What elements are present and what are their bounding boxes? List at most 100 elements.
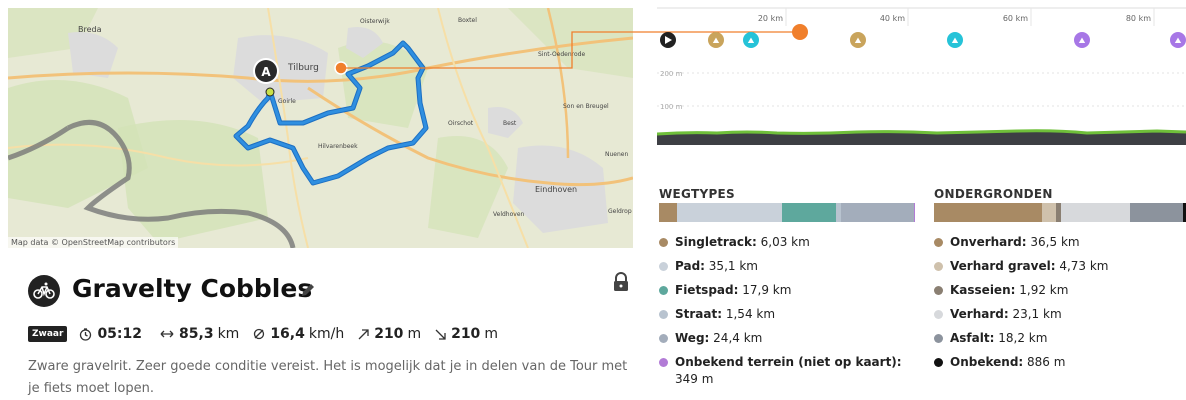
legend-value: 1,92 km xyxy=(1019,283,1069,297)
ondergronden-title: ONDERGRONDEN xyxy=(934,187,1053,201)
distance-unit: km xyxy=(217,326,240,342)
legend-dot xyxy=(659,286,668,295)
distance-icon xyxy=(160,330,174,338)
km-tick-label: 80 km xyxy=(1126,14,1151,23)
legend-dot xyxy=(659,238,668,247)
wegtypes-legend-item[interactable]: Straat: 1,54 km xyxy=(659,306,919,330)
legend-value: 23,1 km xyxy=(1012,307,1062,321)
ondergronden-legend-item[interactable]: Asfalt: 18,2 km xyxy=(934,330,1184,354)
legend-value: 35,1 km xyxy=(708,259,758,273)
km-tick-label: 20 km xyxy=(758,14,783,23)
legend-name: Verhard gravel: xyxy=(950,259,1056,273)
legend-label: Verhard gravel: 4,73 km xyxy=(950,258,1109,275)
legend-dot xyxy=(659,262,668,271)
wegtypes-legend-item[interactable]: Fietspad: 17,9 km xyxy=(659,282,919,306)
ondergronden-legend: Onverhard: 36,5 km Verhard gravel: 4,73 k… xyxy=(934,234,1184,378)
waypoint-gravel[interactable]: ⛰ xyxy=(850,32,866,48)
map-label-veldhoven: Veldhoven xyxy=(493,211,525,218)
wegtypes-bar-segment[interactable] xyxy=(840,203,914,222)
km-tick-label: 40 km xyxy=(880,14,905,23)
legend-label: Onbekend: 886 m xyxy=(950,354,1065,371)
ondergronden-bar-segment[interactable] xyxy=(934,203,1042,222)
wegtypes-bar-segment[interactable] xyxy=(913,203,916,222)
duration-value: 05:12 xyxy=(97,326,143,342)
ondergronden-bar-segment[interactable] xyxy=(1061,203,1130,222)
legend-dot xyxy=(659,310,668,319)
ondergronden-bar-segment[interactable] xyxy=(1041,203,1056,222)
waypoint-unknown[interactable]: ⛰ xyxy=(1170,32,1186,48)
map-label-nuenen: Nuenen xyxy=(605,151,628,158)
svg-text:⛰: ⛰ xyxy=(855,36,862,45)
speed-stat: 16,4 km/h xyxy=(253,326,344,342)
legend-name: Fietspad: xyxy=(675,283,739,297)
elevation-profile[interactable]: 20 km 40 km 60 km 80 km 200 m 100 m ⛰ ⛰ ⛰ ⛰… xyxy=(656,0,1186,150)
ondergronden-bar-segment[interactable] xyxy=(1129,203,1184,222)
legend-label: Onbekend terrein (niet op kaart): 349 m xyxy=(675,354,919,388)
svg-text:⛰: ⛰ xyxy=(748,36,755,45)
legend-value: 4,73 km xyxy=(1059,259,1109,273)
lock-icon[interactable] xyxy=(612,272,630,296)
elevation-position-marker[interactable] xyxy=(792,24,808,40)
difficulty-badge: Zwaar xyxy=(28,326,68,342)
elevation-line xyxy=(656,129,1186,136)
svg-text:⛰: ⛰ xyxy=(713,36,720,45)
legend-name: Singletrack: xyxy=(675,235,757,249)
edit-title-icon[interactable] xyxy=(300,282,316,302)
wegtypes-bar-segment[interactable] xyxy=(677,203,783,222)
wegtypes-title: WEGTYPES xyxy=(659,187,735,201)
legend-label: Verhard: 23,1 km xyxy=(950,306,1062,323)
map-credit: Map data © OpenStreetMap contributors xyxy=(8,237,179,248)
alt-tick-200: 200 m xyxy=(660,70,683,78)
wegtypes-legend-item[interactable]: Onbekend terrein (niet op kaart): 349 m xyxy=(659,354,919,394)
legend-name: Straat: xyxy=(675,307,723,321)
ondergronden-legend-item[interactable]: Onverhard: 36,5 km xyxy=(934,234,1184,258)
ondergronden-legend-item[interactable]: Verhard gravel: 4,73 km xyxy=(934,258,1184,282)
legend-label: Asfalt: 18,2 km xyxy=(950,330,1047,347)
speed-value: 16,4 xyxy=(270,326,305,342)
wegtypes-bar-segment[interactable] xyxy=(782,203,837,222)
waypoint-bike[interactable]: ⛰ xyxy=(743,32,759,48)
legend-name: Onbekend: xyxy=(950,355,1024,369)
ondergronden-legend-item[interactable]: Kasseien: 1,92 km xyxy=(934,282,1184,306)
legend-value: 24,4 km xyxy=(713,331,763,345)
map-label-geldrop: Geldrop xyxy=(608,208,632,215)
legend-dot xyxy=(934,310,943,319)
svg-text:⛰: ⛰ xyxy=(1079,36,1086,45)
tour-description: Zware gravelrit. Zeer goede conditie ver… xyxy=(28,359,628,396)
descent-icon xyxy=(435,329,446,340)
ondergronden-bar[interactable] xyxy=(934,203,1186,222)
legend-label: Pad: 35,1 km xyxy=(675,258,758,275)
svg-text:⛰: ⛰ xyxy=(952,36,959,45)
speed-unit: km/h xyxy=(308,326,345,342)
legend-name: Verhard: xyxy=(950,307,1009,321)
wegtypes-legend-item[interactable]: Weg: 24,4 km xyxy=(659,330,919,354)
wegtypes-bar-segment[interactable] xyxy=(659,203,678,222)
legend-value: 886 m xyxy=(1027,355,1066,369)
duration-stat: 05:12 xyxy=(79,326,146,342)
legend-value: 18,2 km xyxy=(998,331,1048,345)
waypoint-unknown[interactable]: ⛰ xyxy=(1074,32,1090,48)
waypoint-gravel[interactable]: ⛰ xyxy=(708,32,724,48)
waypoint-bike[interactable]: ⛰ xyxy=(947,32,963,48)
waypoint-start[interactable] xyxy=(660,32,676,48)
legend-dot xyxy=(934,238,943,247)
legend-dot xyxy=(934,286,943,295)
ondergronden-legend-item[interactable]: Onbekend: 886 m xyxy=(934,354,1184,378)
wegtypes-legend-item[interactable]: Singletrack: 6,03 km xyxy=(659,234,919,258)
wegtypes-bar[interactable] xyxy=(659,203,916,222)
ondergronden-legend-item[interactable]: Verhard: 23,1 km xyxy=(934,306,1184,330)
tour-header: Gravelty Cobbles xyxy=(28,272,638,312)
legend-label: Weg: 24,4 km xyxy=(675,330,762,347)
legend-name: Onbekend terrein (niet op kaart): xyxy=(675,355,902,369)
svg-text:⛰: ⛰ xyxy=(1175,36,1182,45)
wegtypes-legend-item[interactable]: Pad: 35,1 km xyxy=(659,258,919,282)
clock-icon xyxy=(80,327,92,341)
descent-stat: 210 m xyxy=(435,326,498,342)
gravel-bike-icon xyxy=(28,275,60,307)
legend-name: Asfalt: xyxy=(950,331,995,345)
legend-name: Kasseien: xyxy=(950,283,1016,297)
legend-dot xyxy=(934,262,943,271)
legend-label: Singletrack: 6,03 km xyxy=(675,234,810,251)
legend-dot xyxy=(659,358,668,367)
distance-value: 85,3 xyxy=(179,326,214,342)
